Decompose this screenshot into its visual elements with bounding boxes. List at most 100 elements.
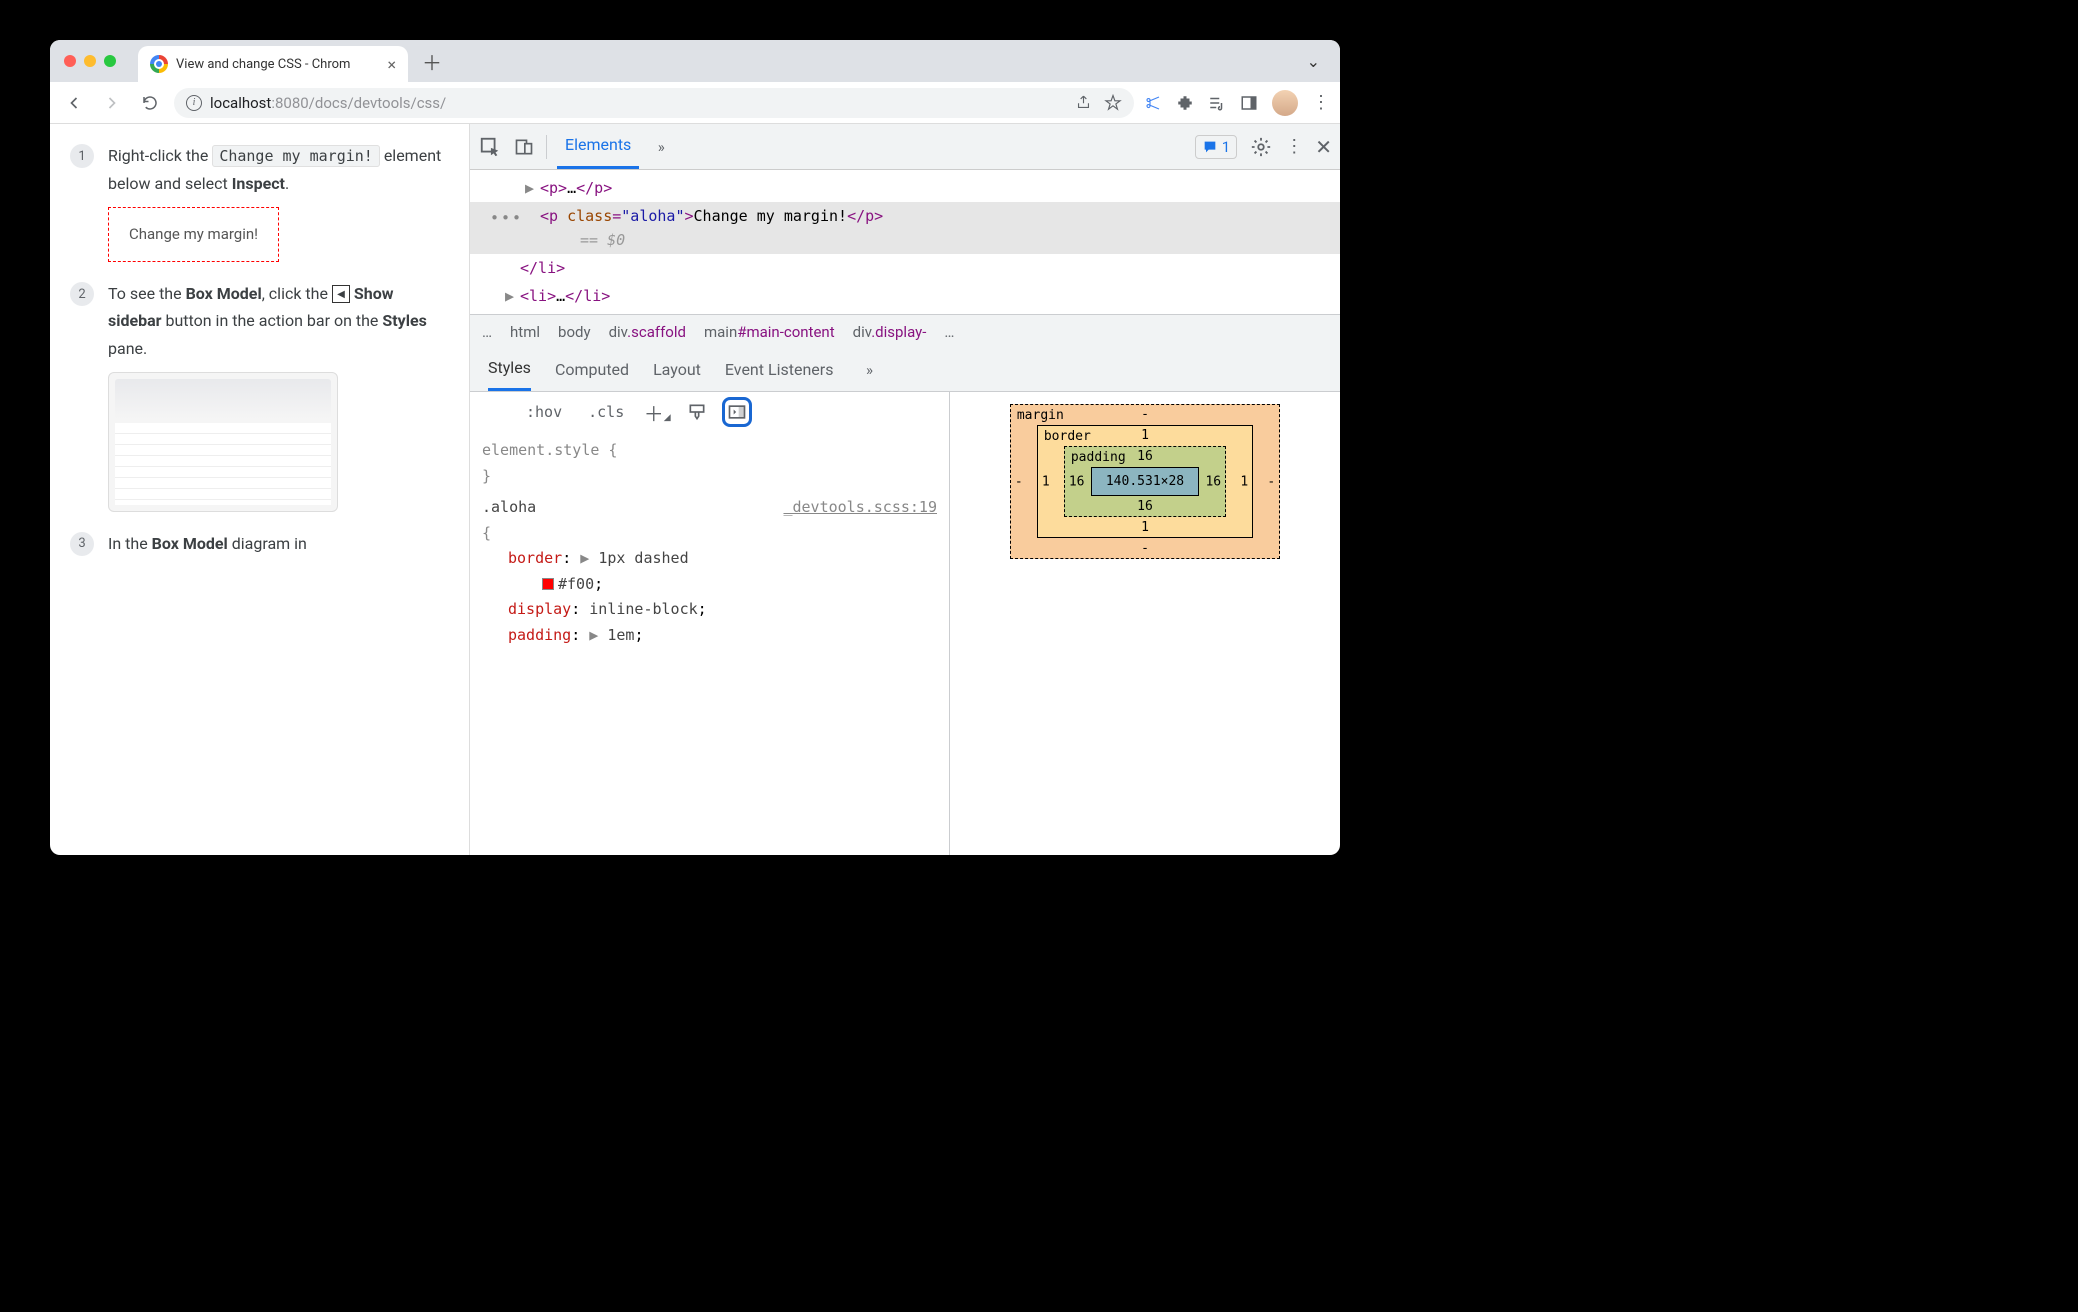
box-border[interactable]: border 1 1 1 1 padding 16 16 16 — [1037, 425, 1253, 538]
crumb[interactable]: body — [558, 323, 591, 341]
dom-actions-icon[interactable]: ••• — [490, 206, 523, 230]
box-value[interactable]: - — [1267, 474, 1275, 489]
settings-icon[interactable] — [1249, 135, 1273, 159]
box-value[interactable]: 16 — [1137, 499, 1153, 514]
step-bold: Box Model — [186, 284, 262, 303]
dom-node[interactable]: ▶<li>…</li> — [470, 282, 1340, 310]
extensions-icon[interactable] — [1176, 94, 1194, 112]
screenshot-thumbnail[interactable] — [108, 372, 338, 512]
rule-selector[interactable]: element.style { — [482, 441, 617, 459]
styles-area: :hov .cls ＋◢ element.style { } .aloha _d… — [470, 392, 1340, 855]
new-tab-button[interactable]: ＋ — [422, 47, 442, 76]
step-3: 3 In the Box Model diagram in — [70, 530, 449, 557]
step-text: button in the action bar on the — [162, 311, 383, 330]
box-value[interactable]: 1 — [1141, 428, 1149, 443]
chrome-favicon-icon — [150, 55, 168, 73]
box-content[interactable]: 140.531×28 — [1091, 467, 1199, 496]
crumb[interactable]: main#main-content — [704, 323, 835, 341]
box-value[interactable]: 16 — [1205, 474, 1221, 489]
maximize-window-icon[interactable] — [104, 55, 116, 67]
new-rule-button[interactable]: ＋◢ — [642, 397, 672, 427]
close-tab-icon[interactable]: × — [387, 55, 396, 74]
box-value[interactable]: 16 — [1137, 449, 1153, 464]
browser-toolbar: i localhost:8080/docs/devtools/css/ ⋮ — [50, 82, 1340, 124]
minimize-window-icon[interactable] — [84, 55, 96, 67]
tab-overflow-icon[interactable]: ⌄ — [1307, 52, 1330, 71]
box-value[interactable]: 16 — [1069, 474, 1085, 489]
tab-styles[interactable]: Styles — [488, 348, 531, 391]
selected-marker: == $0 — [580, 231, 625, 249]
css-value[interactable]: 1em — [607, 626, 634, 644]
rule-close: } — [482, 467, 491, 485]
box-value[interactable]: - — [1141, 541, 1149, 556]
box-value[interactable]: - — [1015, 474, 1023, 489]
dom-node[interactable]: ▶<p>…</p> — [470, 174, 1340, 202]
scissors-extension-icon[interactable] — [1144, 94, 1162, 112]
css-value[interactable]: #f00 — [558, 575, 594, 593]
tab-event-listeners[interactable]: Event Listeners — [725, 350, 834, 390]
demo-element[interactable]: Change my margin! — [108, 207, 279, 263]
css-property[interactable]: padding — [508, 626, 571, 644]
device-toolbar-icon[interactable] — [512, 135, 536, 159]
hov-button[interactable]: :hov — [518, 399, 570, 425]
box-value[interactable]: 1 — [1042, 474, 1050, 489]
back-button[interactable] — [60, 89, 88, 117]
site-info-icon[interactable]: i — [186, 95, 202, 111]
box-label: padding — [1071, 450, 1126, 465]
close-window-icon[interactable] — [64, 55, 76, 67]
dom-tree[interactable]: ▶<p>…</p> ••• <p class="aloha">Change my… — [470, 170, 1340, 314]
rule-source-link[interactable]: _devtools.scss:19 — [783, 495, 937, 521]
playlist-icon[interactable] — [1208, 94, 1226, 112]
css-value[interactable]: 1px dashed — [598, 549, 688, 567]
cls-button[interactable]: .cls — [580, 399, 632, 425]
toolbar-icons: ⋮ — [1144, 90, 1330, 116]
more-tabs-icon[interactable]: » — [857, 358, 881, 382]
inspect-element-icon[interactable] — [478, 135, 502, 159]
show-sidebar-button[interactable] — [722, 397, 752, 427]
devtools-menu-icon[interactable]: ⋮ — [1285, 136, 1303, 157]
box-dimensions[interactable]: 140.531×28 — [1106, 474, 1184, 489]
tab-elements[interactable]: Elements — [557, 124, 639, 169]
box-value[interactable]: 1 — [1240, 474, 1248, 489]
more-tabs-icon[interactable]: » — [649, 135, 673, 159]
reload-button[interactable] — [136, 89, 164, 117]
address-bar[interactable]: i localhost:8080/docs/devtools/css/ — [174, 88, 1134, 118]
crumb-overflow[interactable]: … — [482, 323, 492, 341]
box-model-diagram[interactable]: margin - - - - border 1 1 1 1 — [950, 392, 1340, 855]
dom-node[interactable]: </li> — [470, 254, 1340, 282]
code-chip: Change my margin! — [212, 145, 380, 167]
share-icon[interactable] — [1075, 94, 1092, 111]
show-sidebar-icon: ◀ — [332, 285, 350, 303]
close-devtools-icon[interactable]: ✕ — [1315, 135, 1332, 159]
browser-menu-icon[interactable]: ⋮ — [1312, 92, 1330, 113]
breadcrumb[interactable]: … html body div.scaffold main#main-conte… — [470, 314, 1340, 348]
crumb[interactable]: html — [510, 323, 540, 341]
crumb[interactable]: div.scaffold — [609, 323, 686, 341]
box-value[interactable]: - — [1141, 407, 1149, 422]
paint-brush-icon[interactable] — [682, 397, 712, 427]
css-value[interactable]: inline-block — [589, 600, 697, 618]
rule-selector[interactable]: .aloha — [482, 495, 536, 521]
color-swatch-icon[interactable] — [542, 578, 554, 590]
browser-tab[interactable]: View and change CSS - Chrom × — [138, 46, 408, 82]
box-padding[interactable]: padding 16 16 16 16 140.531×28 — [1064, 446, 1226, 517]
box-value[interactable]: 1 — [1141, 520, 1149, 535]
issues-button[interactable]: 1 — [1195, 135, 1237, 159]
dom-node-selected[interactable]: ••• <p class="aloha">Change my margin!</… — [470, 202, 1340, 254]
step-bold: Styles — [382, 311, 426, 330]
crumb[interactable]: div.display- — [853, 323, 927, 341]
profile-avatar[interactable] — [1272, 90, 1298, 116]
tab-computed[interactable]: Computed — [555, 350, 629, 390]
css-property[interactable]: border — [508, 549, 562, 567]
forward-button[interactable] — [98, 89, 126, 117]
sidepanel-icon[interactable] — [1240, 94, 1258, 112]
step-badge: 2 — [70, 282, 94, 306]
styles-rules[interactable]: element.style { } .aloha _devtools.scss:… — [470, 432, 949, 654]
tab-layout[interactable]: Layout — [653, 350, 701, 390]
crumb-overflow[interactable]: … — [944, 323, 954, 341]
step-body: To see the Box Model, click the ◀ Show s… — [108, 280, 449, 512]
bookmark-icon[interactable] — [1104, 94, 1122, 112]
content-area: 1 Right-click the Change my margin! elem… — [50, 124, 1340, 855]
box-margin[interactable]: margin - - - - border 1 1 1 1 — [1010, 404, 1280, 559]
css-property[interactable]: display — [508, 600, 571, 618]
